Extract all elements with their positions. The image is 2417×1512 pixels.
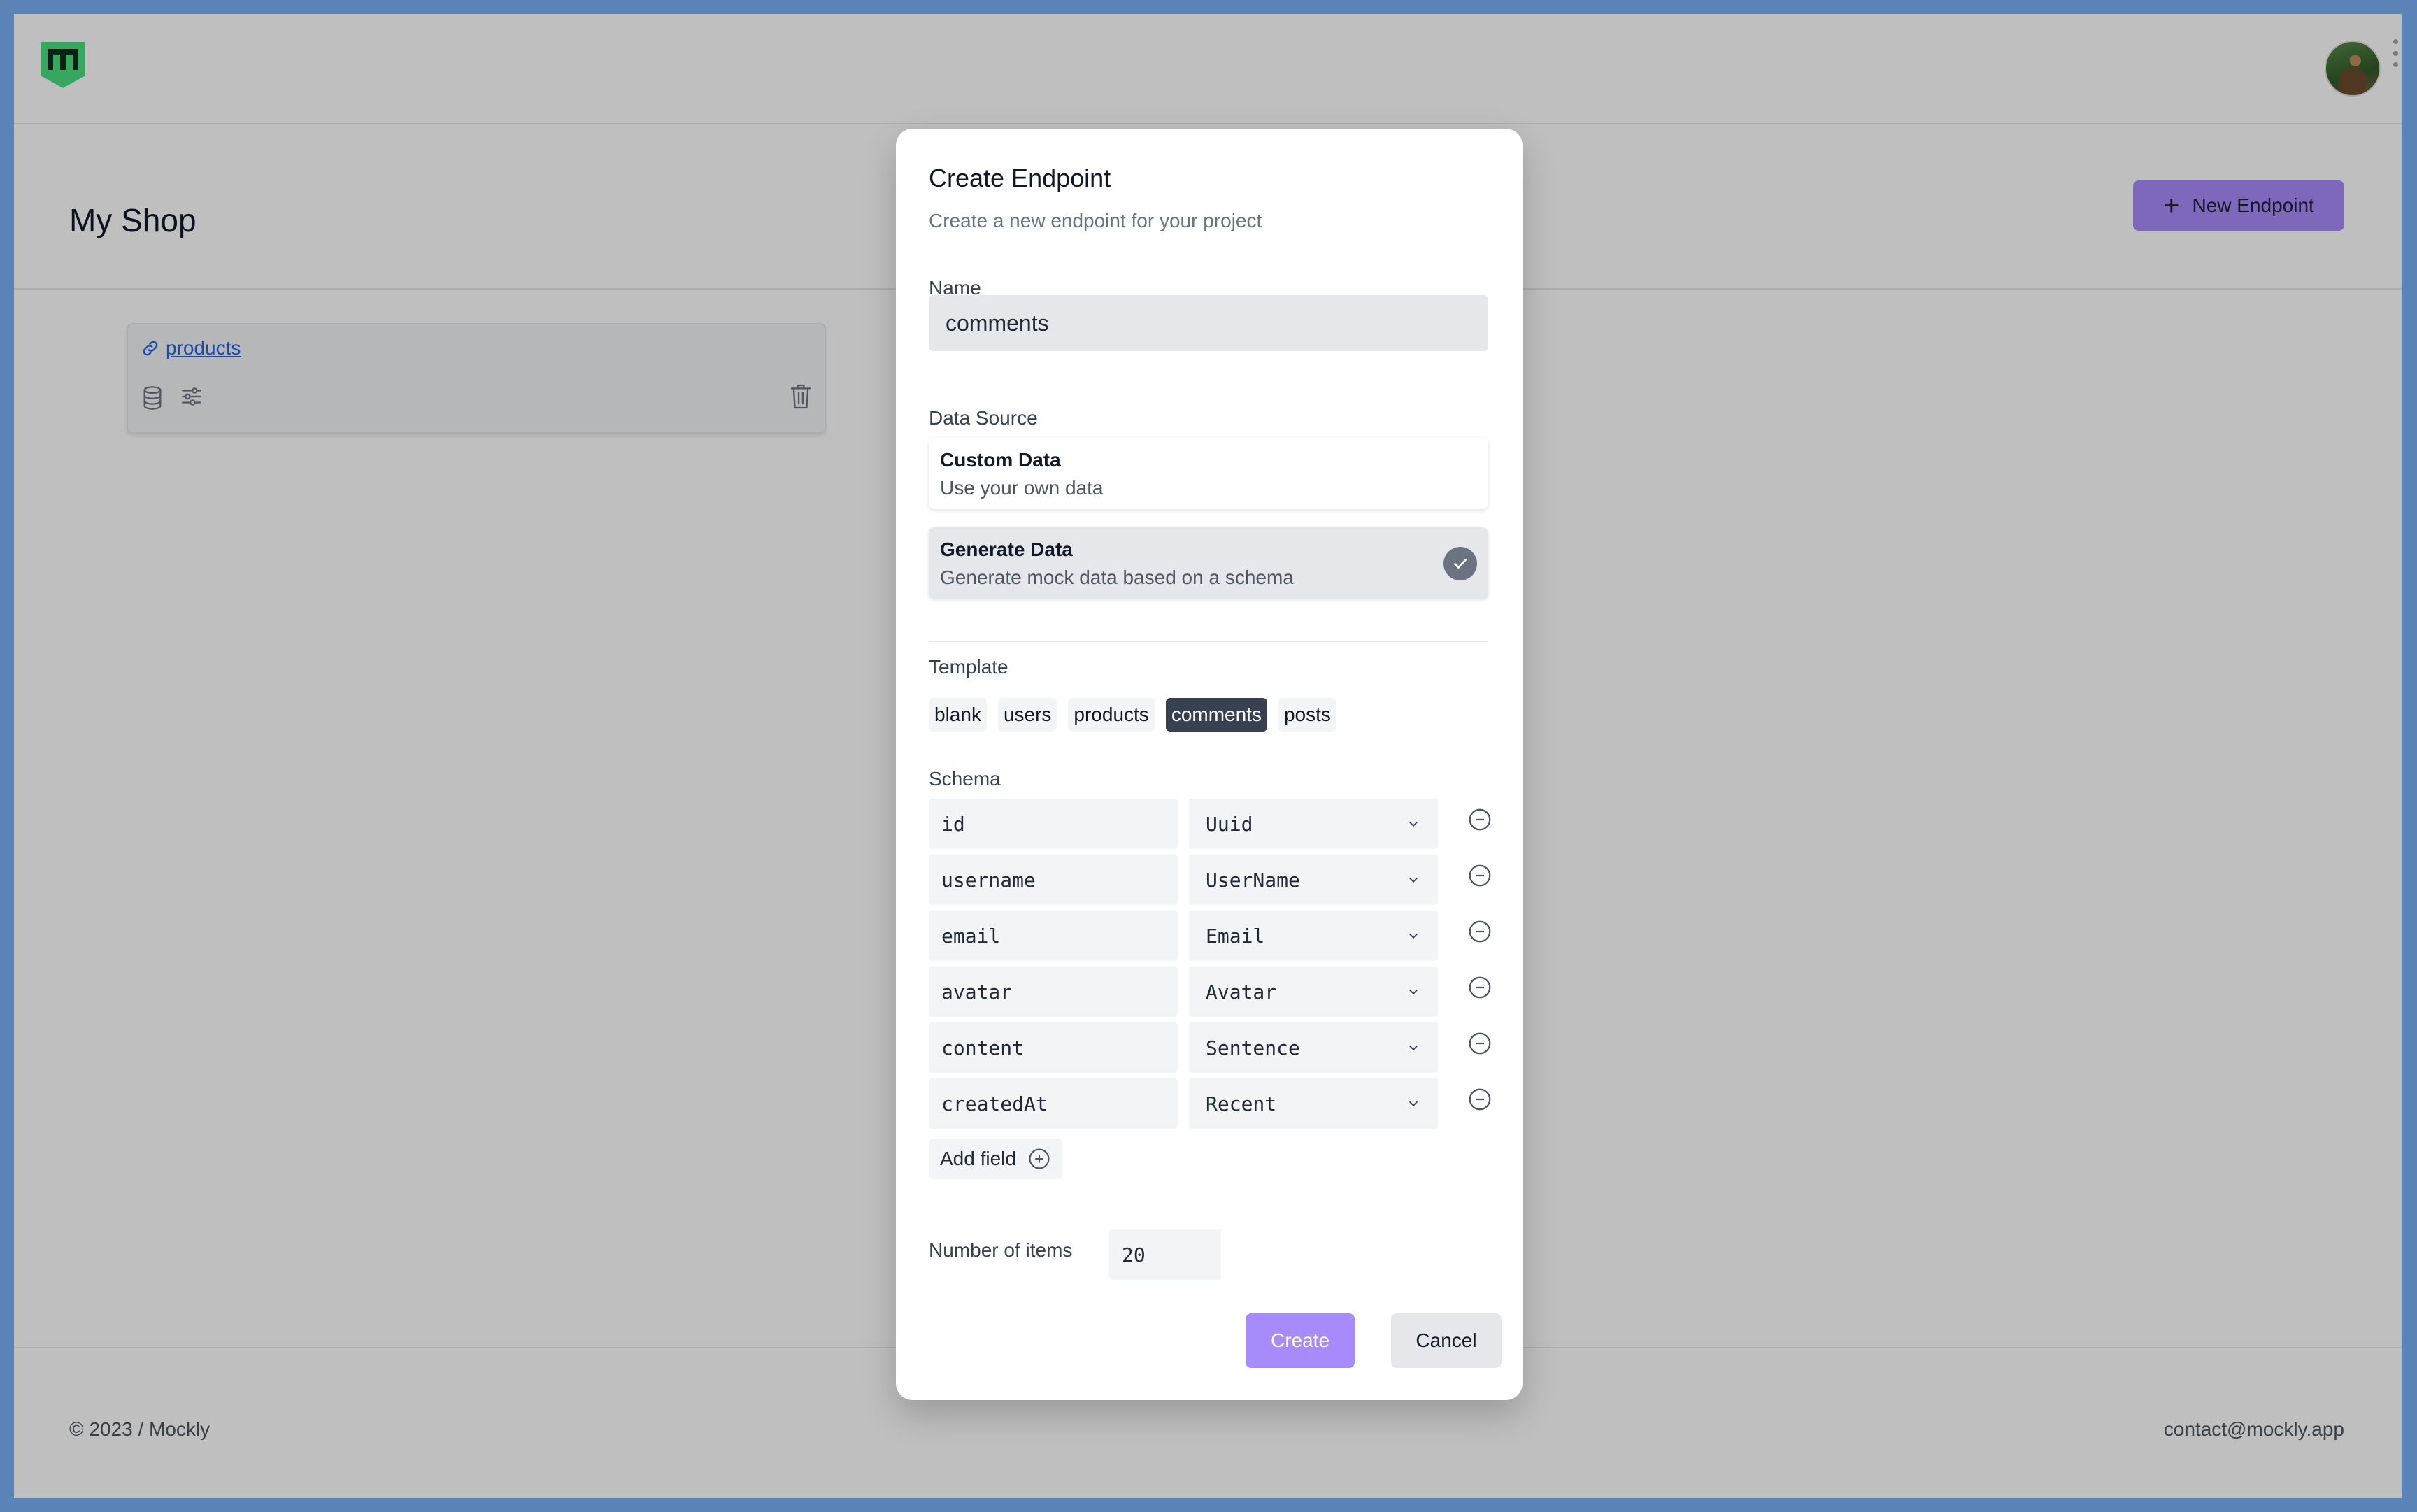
chevron-down-icon <box>1409 989 1418 995</box>
field-type-select[interactable]: Recent <box>1189 1078 1438 1129</box>
chevron-down-icon <box>1409 1045 1418 1051</box>
template-chip-posts[interactable]: posts <box>1278 698 1336 732</box>
schema-row: avatar Avatar <box>929 967 1502 1017</box>
remove-field-icon[interactable] <box>1467 807 1492 832</box>
field-name-input[interactable]: username <box>929 855 1178 905</box>
items-count-input[interactable]: 20 <box>1109 1229 1221 1280</box>
dialog-title: Create Endpoint <box>929 164 1111 192</box>
field-type-select[interactable]: UserName <box>1189 855 1438 905</box>
schema-row: email Email <box>929 911 1502 961</box>
field-type-value: Uuid <box>1206 812 1253 836</box>
field-name-input[interactable]: id <box>929 799 1178 849</box>
data-source-description: Use your own data <box>940 477 1104 499</box>
field-type-value: UserName <box>1206 868 1300 892</box>
schema-row: createdAt Recent <box>929 1078 1502 1129</box>
name-input[interactable]: comments <box>929 295 1488 351</box>
window-resize-grip[interactable] <box>2393 39 2399 67</box>
schema-row: username UserName <box>929 855 1502 905</box>
schema-row: id Uuid <box>929 799 1502 849</box>
template-chip-products[interactable]: products <box>1068 698 1155 732</box>
chevron-down-icon <box>1409 877 1418 883</box>
field-name-input[interactable]: avatar <box>929 967 1178 1017</box>
items-count-label: Number of items <box>929 1239 1073 1261</box>
check-icon <box>1443 547 1477 580</box>
field-type-value: Avatar <box>1206 980 1277 1004</box>
dialog-subtitle: Create a new endpoint for your project <box>929 210 1262 231</box>
schema-row: content Sentence <box>929 1022 1502 1073</box>
field-name-input[interactable]: email <box>929 911 1178 961</box>
create-button[interactable]: Create <box>1246 1313 1355 1368</box>
plus-circle-icon <box>1029 1148 1050 1169</box>
chevron-down-icon <box>1409 933 1418 939</box>
data-source-title: Generate Data <box>940 539 1073 560</box>
add-field-button[interactable]: Add field <box>929 1139 1062 1179</box>
section-divider <box>929 641 1488 642</box>
cancel-button[interactable]: Cancel <box>1391 1313 1502 1368</box>
name-input-value: comments <box>946 310 1049 336</box>
chevron-down-icon <box>1409 1101 1418 1107</box>
field-type-value: Email <box>1206 924 1265 948</box>
field-type-select[interactable]: Sentence <box>1189 1022 1438 1073</box>
field-type-select[interactable]: Email <box>1189 911 1438 961</box>
template-label: Template <box>929 656 1008 678</box>
field-name-input[interactable]: createdAt <box>929 1078 1178 1129</box>
template-chip-blank[interactable]: blank <box>929 698 987 732</box>
add-field-label: Add field <box>940 1148 1016 1169</box>
field-type-value: Recent <box>1206 1092 1277 1115</box>
data-source-description: Generate mock data based on a schema <box>940 566 1294 588</box>
field-name-input[interactable]: content <box>929 1022 1178 1073</box>
template-chip-comments[interactable]: comments <box>1165 698 1267 732</box>
remove-field-icon[interactable] <box>1467 863 1492 888</box>
template-chip-users[interactable]: users <box>997 698 1057 732</box>
remove-field-icon[interactable] <box>1467 975 1492 1000</box>
data-source-title: Custom Data <box>940 449 1061 471</box>
data-source-custom[interactable]: Custom Data Use your own data <box>929 438 1488 509</box>
app-window: My Shop + New Endpoint products © 2023 /… <box>14 14 2402 1498</box>
create-endpoint-dialog: Create Endpoint Create a new endpoint fo… <box>896 129 1523 1400</box>
remove-field-icon[interactable] <box>1467 1031 1492 1056</box>
schema-label: Schema <box>929 768 1001 790</box>
data-source-generate[interactable]: Generate Data Generate mock data based o… <box>929 527 1488 599</box>
field-type-value: Sentence <box>1206 1036 1300 1060</box>
field-type-select[interactable]: Uuid <box>1189 799 1438 849</box>
data-source-label: Data Source <box>929 407 1038 429</box>
remove-field-icon[interactable] <box>1467 919 1492 944</box>
remove-field-icon[interactable] <box>1467 1087 1492 1112</box>
field-type-select[interactable]: Avatar <box>1189 967 1438 1017</box>
template-chips: blank users products comments posts <box>929 698 1336 732</box>
chevron-down-icon <box>1409 821 1418 827</box>
